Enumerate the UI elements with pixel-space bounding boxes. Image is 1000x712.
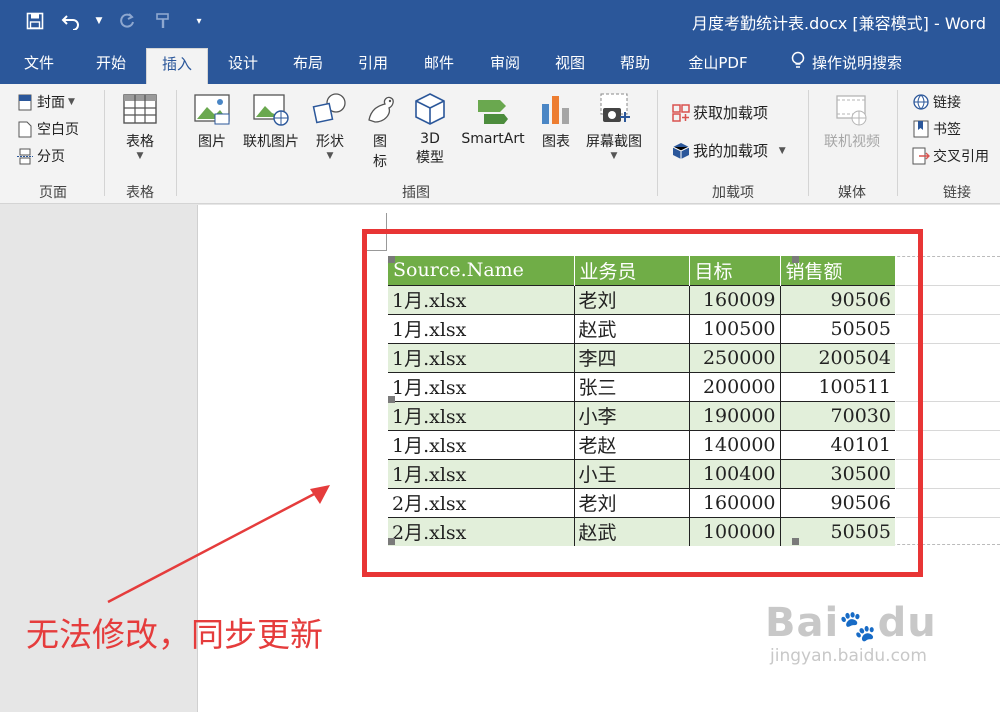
link-icon — [912, 93, 930, 111]
bookmark-icon — [912, 120, 930, 138]
tab-view[interactable]: 视图 — [545, 50, 595, 84]
screenshot-icon — [595, 90, 633, 128]
group-separator — [657, 90, 658, 196]
link-button[interactable]: 链接 — [912, 92, 961, 112]
window-title: 月度考勤统计表.docx [兼容模式] - Word — [692, 14, 986, 33]
bookmark-button[interactable]: 书签 — [912, 119, 961, 139]
save-icon[interactable] — [22, 8, 48, 34]
annotation-text: 无法修改，同步更新 — [26, 615, 323, 654]
title-bar: ▼ ▾ 月度考勤统计表.docx [兼容模式] - Word — [0, 0, 1000, 42]
my-addins-icon — [672, 142, 690, 160]
customize-qat-icon[interactable]: ▾ — [186, 8, 212, 34]
tab-file[interactable]: 文件 — [14, 50, 64, 84]
tab-design[interactable]: 设计 — [218, 50, 268, 84]
tab-insert[interactable]: 插入 — [146, 48, 208, 84]
watermark-logo: Bai🐾du jingyan.baidu.com — [765, 600, 937, 666]
ribbon: 封面 ▼ 空白页 分页 页面 表格 ▼ 表格 图片 联机图片 形状 ▼ 图 标 3… — [0, 84, 1000, 204]
shapes-icon — [311, 90, 349, 128]
cover-page-button[interactable]: 封面 ▼ — [16, 92, 75, 112]
icons-button[interactable]: 图 标 — [358, 90, 402, 171]
get-addins-button[interactable]: 获取加载项 — [672, 102, 768, 123]
online-picture-button[interactable]: 联机图片 — [238, 90, 304, 151]
group-separator — [104, 90, 105, 196]
undo-dropdown-icon[interactable]: ▼ — [94, 8, 104, 34]
red-highlight-box — [362, 229, 923, 577]
table-button[interactable]: 表格 ▼ — [116, 90, 164, 161]
redo-icon[interactable] — [114, 8, 140, 34]
online-video-button[interactable]: 联机视频 — [816, 90, 888, 151]
page-break-button[interactable]: 分页 — [16, 146, 65, 166]
group-label-tables: 表格 — [126, 185, 154, 201]
3d-models-button[interactable]: 3D 模型 — [408, 90, 452, 167]
online-picture-icon — [252, 90, 290, 128]
store-icon — [672, 103, 690, 122]
group-label-illustrations: 插图 — [402, 185, 430, 201]
tab-mailings[interactable]: 邮件 — [414, 50, 464, 84]
group-label-links: 链接 — [943, 185, 971, 201]
smartart-icon — [474, 90, 512, 128]
chart-icon — [537, 90, 575, 128]
table-icon — [121, 90, 159, 128]
format-painter-icon[interactable] — [150, 8, 176, 34]
group-label-media: 媒体 — [838, 185, 866, 201]
picture-icon — [193, 90, 231, 128]
shapes-button[interactable]: 形状 ▼ — [308, 90, 352, 161]
my-addins-button[interactable]: 我的加载项 ▼ — [672, 140, 786, 161]
annotation-arrow — [107, 485, 330, 604]
tell-me-search[interactable]: 操作说明搜索 — [776, 50, 916, 84]
smartart-button[interactable]: SmartArt — [456, 90, 530, 147]
blank-page-icon — [16, 120, 34, 138]
cross-reference-button[interactable]: 交叉引用 — [912, 146, 989, 166]
icons-icon — [361, 90, 399, 128]
quick-access-toolbar: ▼ ▾ — [22, 8, 212, 34]
tab-layout[interactable]: 布局 — [283, 50, 333, 84]
group-separator — [176, 90, 177, 196]
ribbon-tabs: 文件 开始 插入 设计 布局 引用 邮件 审阅 视图 帮助 金山PDF 操作说明… — [0, 42, 1000, 84]
group-label-addins: 加载项 — [712, 185, 754, 201]
group-separator — [897, 90, 898, 196]
group-separator — [808, 90, 809, 196]
group-label-pages: 页面 — [39, 185, 67, 201]
picture-button[interactable]: 图片 — [190, 90, 234, 151]
tab-help[interactable]: 帮助 — [610, 50, 660, 84]
tab-review[interactable]: 审阅 — [480, 50, 530, 84]
undo-icon[interactable] — [58, 8, 84, 34]
tab-references[interactable]: 引用 — [348, 50, 398, 84]
lightbulb-icon — [790, 50, 806, 78]
page-break-icon — [16, 147, 34, 165]
online-video-icon — [833, 90, 871, 128]
chart-button[interactable]: 图表 — [534, 90, 578, 151]
screenshot-button[interactable]: 屏幕截图 ▼ — [580, 90, 648, 161]
3d-cube-icon — [411, 90, 449, 128]
tab-home[interactable]: 开始 — [86, 50, 136, 84]
tab-wps-pdf[interactable]: 金山PDF — [678, 50, 758, 84]
tell-me-label: 操作说明搜索 — [811, 54, 902, 72]
blank-page-button[interactable]: 空白页 — [16, 119, 79, 139]
cross-reference-icon — [912, 147, 930, 165]
cover-page-icon — [16, 93, 34, 111]
